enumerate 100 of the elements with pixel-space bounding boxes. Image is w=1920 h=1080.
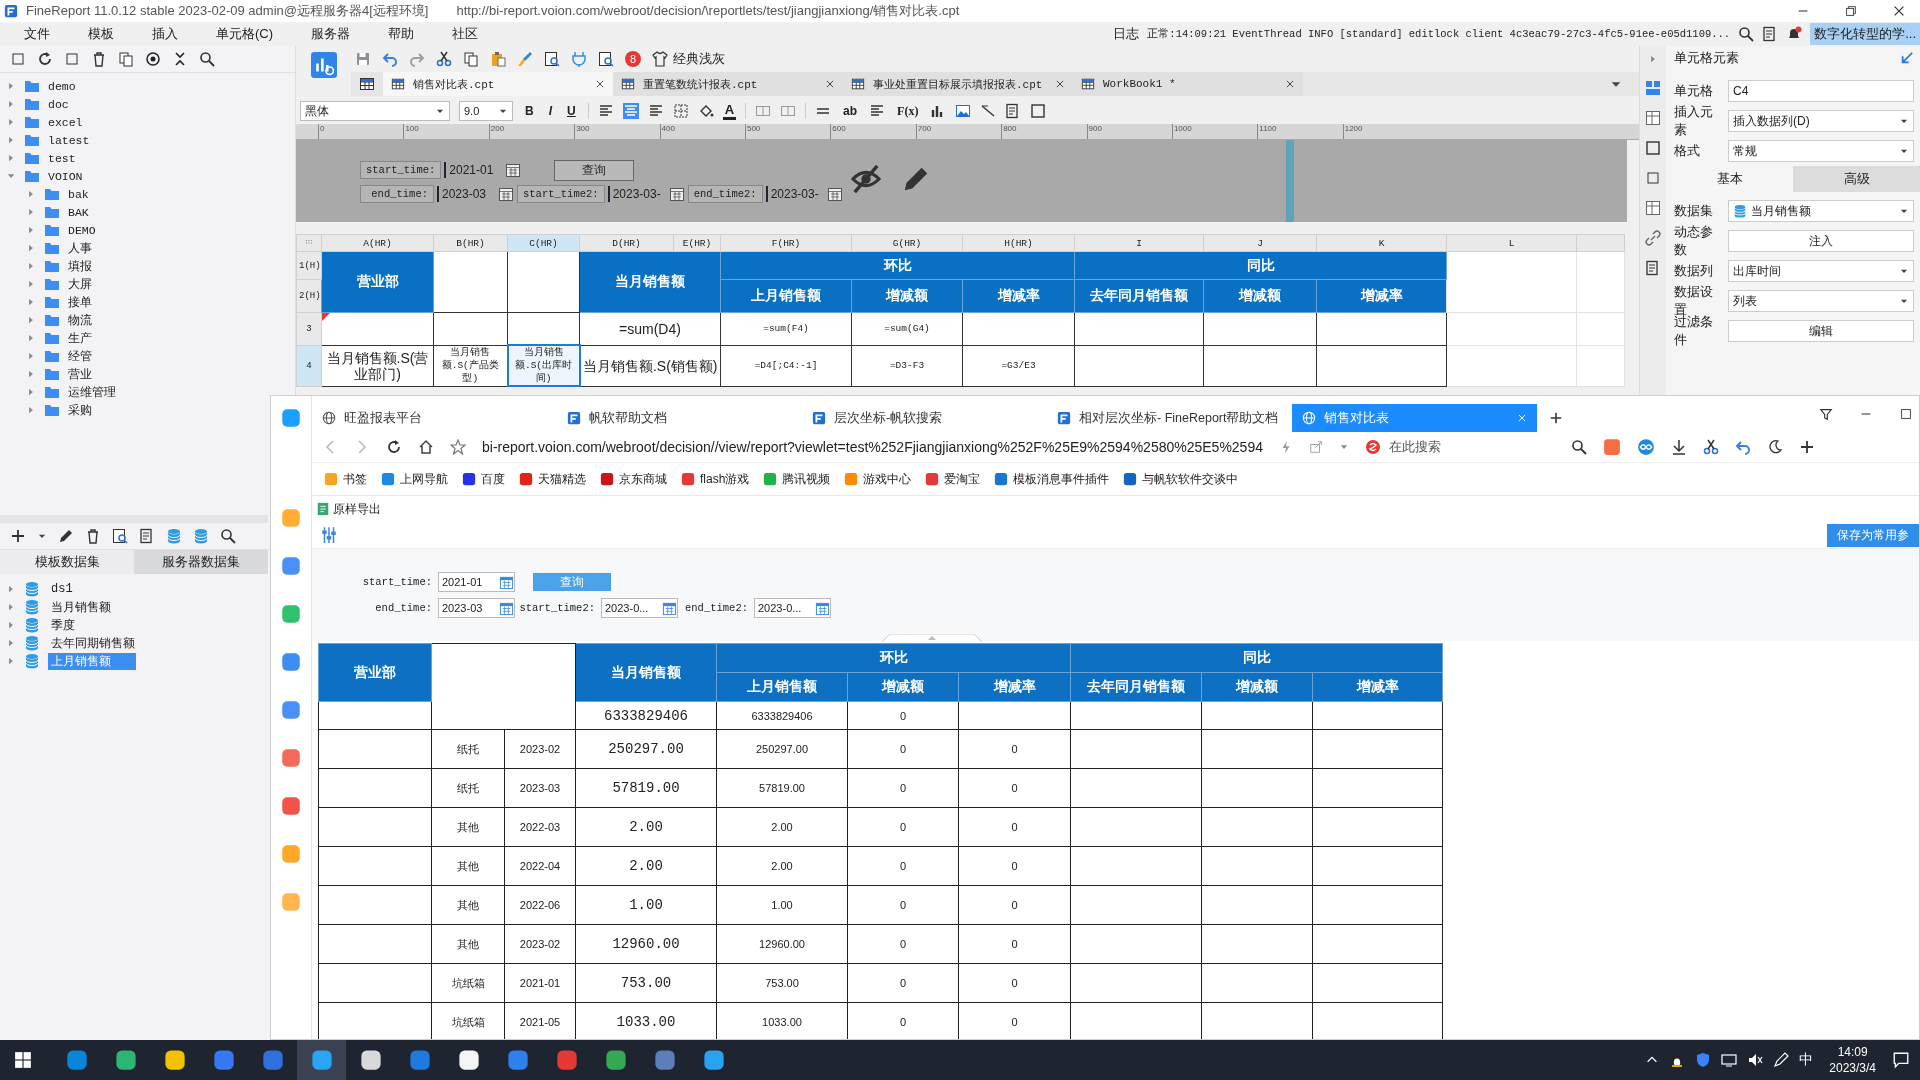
menu-item[interactable]: 插入 xyxy=(152,25,178,43)
tree-item[interactable]: test xyxy=(48,151,76,165)
filter-icon[interactable] xyxy=(1819,407,1833,421)
close-button[interactable] xyxy=(1892,4,1906,18)
undo-icon[interactable] xyxy=(382,51,398,67)
menu-item[interactable]: 单元格(C) xyxy=(216,25,274,43)
header-cell[interactable]: 增减率 xyxy=(962,279,1075,313)
search-icon[interactable] xyxy=(199,51,215,67)
plus-icon[interactable] xyxy=(10,528,26,544)
tree-item[interactable]: DEMO xyxy=(68,223,96,237)
edit-icon[interactable] xyxy=(139,528,155,544)
target-icon[interactable] xyxy=(145,51,161,67)
data-cell[interactable]: 当月销售额.S(出库时间) xyxy=(507,345,580,386)
bookmark[interactable]: 游戏中心 xyxy=(844,470,912,488)
report-icon[interactable] xyxy=(310,52,337,78)
search-icon[interactable] xyxy=(1738,26,1755,42)
search-icon[interactable] xyxy=(598,51,614,67)
database-icon[interactable] xyxy=(193,528,209,544)
slash-icon[interactable] xyxy=(980,103,997,119)
share-icon[interactable] xyxy=(1309,440,1323,454)
plus-icon[interactable] xyxy=(1799,439,1815,455)
column-header[interactable]: L xyxy=(1446,234,1577,252)
tree-item[interactable]: 采购 xyxy=(68,402,92,418)
data-cell[interactable]: =D3-F3 xyxy=(851,345,963,386)
windows-start-icon[interactable] xyxy=(14,1051,32,1069)
plug-icon[interactable] xyxy=(571,51,587,67)
header-cell[interactable]: 去年同月销售额 xyxy=(1074,279,1204,313)
sidebar-app-icon[interactable] xyxy=(281,748,301,768)
tree-item[interactable]: doc xyxy=(48,97,69,111)
close-icon[interactable] xyxy=(595,79,605,89)
date-field[interactable]: 2021-01 xyxy=(444,162,503,178)
column-header[interactable]: C(HR) xyxy=(507,234,580,252)
dataset-item[interactable]: 当月销售额 xyxy=(48,598,114,616)
calendar-icon[interactable] xyxy=(498,185,514,202)
formula-button[interactable]: F(x) xyxy=(894,103,922,119)
tree-item[interactable]: 接单 xyxy=(68,294,92,310)
clock-time[interactable]: 14:09 xyxy=(1837,1044,1868,1060)
row-header[interactable]: 1(H) xyxy=(296,251,322,280)
scissors-icon[interactable] xyxy=(1703,439,1719,455)
sliders-icon[interactable] xyxy=(320,526,338,544)
paste-icon[interactable] xyxy=(490,51,506,67)
data-cell[interactable]: 当月销售额.S(营业部门) xyxy=(321,345,434,386)
dataset-item[interactable]: 去年同期销售额 xyxy=(48,634,138,652)
tree-item[interactable]: 人事 xyxy=(68,240,92,256)
template-tab[interactable]: WorkBook1 * xyxy=(1073,72,1303,96)
refresh-icon[interactable] xyxy=(37,51,53,67)
maximize-button[interactable] xyxy=(1899,407,1913,421)
header-cell[interactable]: 增减额 xyxy=(1203,279,1317,313)
clock-date[interactable]: 2023/3/4 xyxy=(1829,1060,1876,1076)
tree-item[interactable]: demo xyxy=(48,79,76,93)
browser-tab[interactable]: 帆软帮助文档 xyxy=(557,404,802,432)
menu-item[interactable]: 服务器 xyxy=(311,25,351,43)
sidebar-app-icon[interactable] xyxy=(281,408,301,428)
tree-item[interactable]: latest xyxy=(48,133,90,147)
tree-item[interactable]: bak xyxy=(68,187,89,201)
column-header[interactable]: B(HR) xyxy=(433,234,508,252)
date-field[interactable]: 2023-0... xyxy=(754,598,831,618)
header-cell[interactable]: 当月销售额 xyxy=(579,251,721,313)
formula-cell[interactable]: =sum(D4) xyxy=(579,312,721,345)
frame-icon[interactable] xyxy=(1645,140,1661,156)
property-field[interactable]: C4 xyxy=(1728,80,1914,102)
dataset-item[interactable]: ds1 xyxy=(48,582,76,596)
bookmark[interactable]: 模板消息事件插件 xyxy=(994,470,1110,488)
header-cell[interactable]: 增减额 xyxy=(851,279,963,313)
shield-icon[interactable] xyxy=(1695,1052,1712,1068)
align-center-icon[interactable] xyxy=(622,103,639,119)
tree-item[interactable]: 填报 xyxy=(68,258,92,274)
search-field[interactable]: 在此搜索 xyxy=(1365,438,1555,456)
infinity-icon[interactable] xyxy=(1637,438,1655,456)
log-label[interactable]: 日志 xyxy=(1113,25,1140,43)
bookmark[interactable]: 上网导航 xyxy=(381,470,448,488)
moon-icon[interactable] xyxy=(1767,439,1783,455)
date-field[interactable]: 2023-03 xyxy=(438,598,515,618)
pencil-icon[interactable] xyxy=(58,528,74,544)
style-button[interactable]: B xyxy=(522,104,537,118)
column-header[interactable]: F(HR) xyxy=(720,234,852,252)
wrap-button[interactable]: ab xyxy=(840,104,861,118)
property-tab[interactable]: 高级 xyxy=(1793,166,1920,192)
dataset-select[interactable]: 当月销售额 xyxy=(1728,200,1914,222)
frame-icon[interactable] xyxy=(1030,103,1047,119)
bookmark[interactable]: 天猫精选 xyxy=(519,470,586,488)
header-cell[interactable]: 增减率 xyxy=(1316,279,1447,313)
pen-icon[interactable] xyxy=(1773,1052,1790,1068)
database-icon[interactable] xyxy=(166,528,182,544)
layout-icon[interactable] xyxy=(1645,80,1661,96)
header-cell[interactable]: 同比 xyxy=(1074,251,1447,280)
menu-item[interactable]: 模板 xyxy=(88,25,114,43)
column-header[interactable]: D(HR) xyxy=(579,234,674,252)
align-right-icon[interactable] xyxy=(647,103,664,119)
tree-item[interactable]: 物流 xyxy=(68,312,92,328)
formula-cell[interactable]: =sum(G4) xyxy=(851,312,963,345)
tree-item[interactable]: VOION xyxy=(48,169,83,183)
column-header[interactable]: A(HR) xyxy=(321,234,434,252)
property-select[interactable]: 常规 xyxy=(1728,140,1914,162)
sidebar-app-icon[interactable] xyxy=(281,604,301,624)
sidebar-app-icon[interactable] xyxy=(281,700,301,720)
copy-icon[interactable] xyxy=(118,51,134,67)
notice-link[interactable]: 数字化转型的学... xyxy=(1810,23,1920,45)
browser-tab[interactable]: 旺盈报表平台 xyxy=(312,404,557,432)
property-select[interactable]: 列表 xyxy=(1728,290,1914,312)
